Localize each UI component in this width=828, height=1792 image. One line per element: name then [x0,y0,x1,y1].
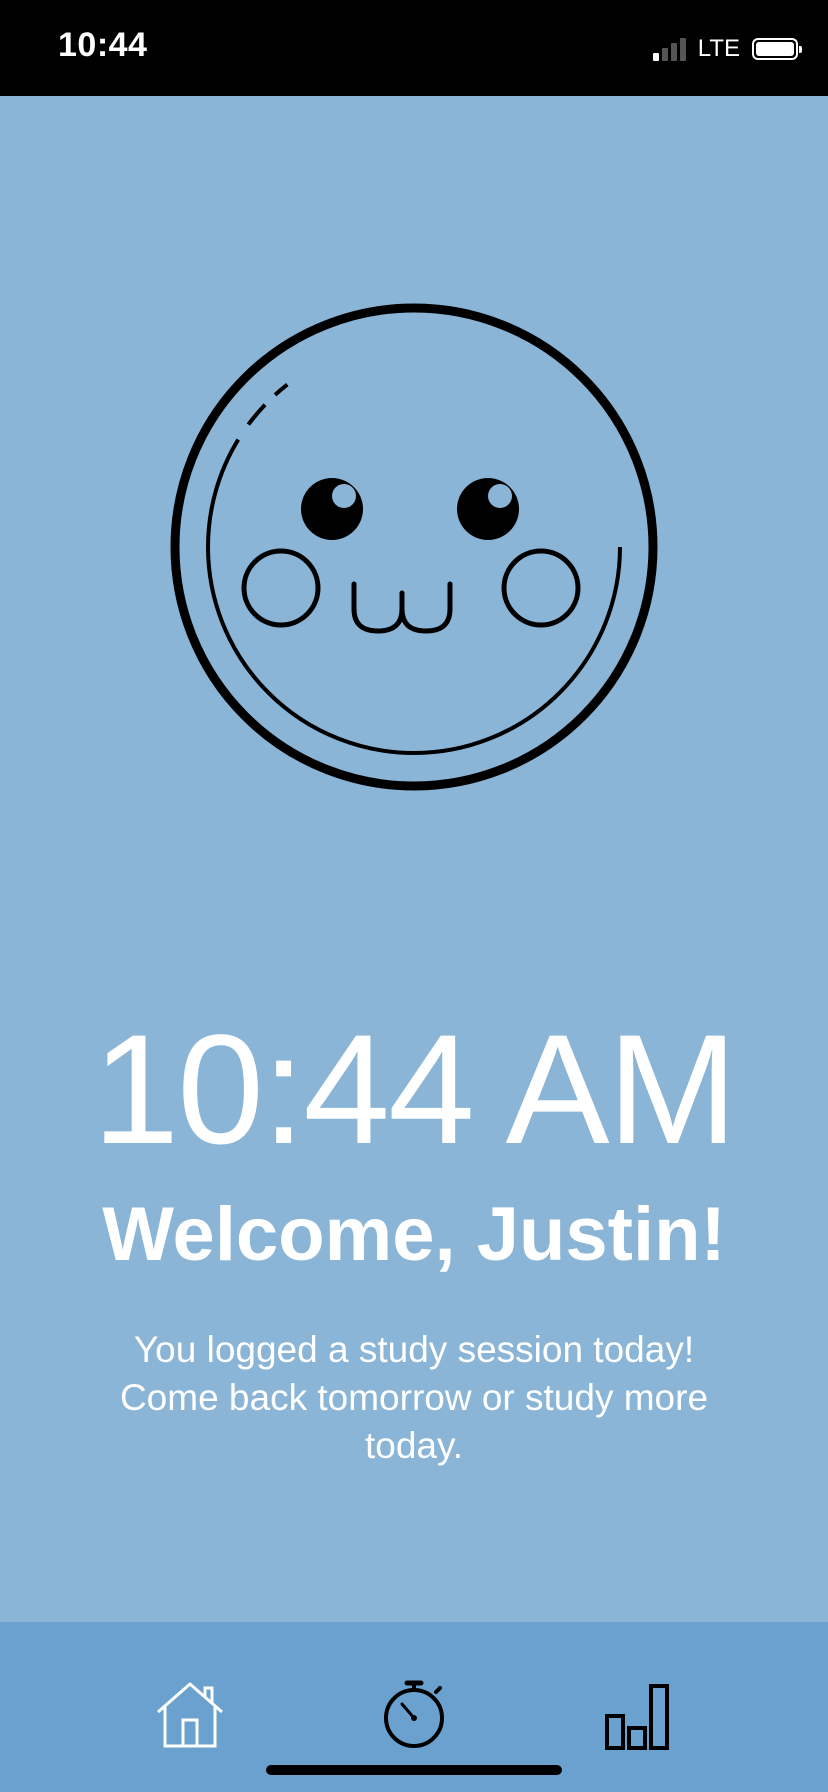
status-indicators: LTE [652,34,802,64]
status-bar: 10:44 LTE [0,0,828,96]
nav-timer-button[interactable] [374,1674,454,1754]
home-icon [157,1682,223,1748]
bar-chart-icon [605,1684,669,1750]
battery-icon [752,38,802,60]
welcome-heading: Welcome, Justin! [102,1192,726,1277]
stopwatch-icon [384,1680,444,1748]
status-time: 10:44 [58,26,148,64]
signal-icon [652,37,686,61]
owo-face-icon [168,301,660,793]
nav-home-button[interactable] [150,1674,230,1754]
home-screen: 10:44 LTE 10:44 AM Welcome, Justin! You … [0,0,828,1792]
status-message: You logged a study session today! Come b… [119,1329,709,1466]
network-type: LTE [697,35,740,62]
nav-stats-button[interactable] [598,1674,678,1754]
current-time: 10:44 AM [92,1003,737,1177]
home-indicator[interactable] [266,1765,562,1775]
